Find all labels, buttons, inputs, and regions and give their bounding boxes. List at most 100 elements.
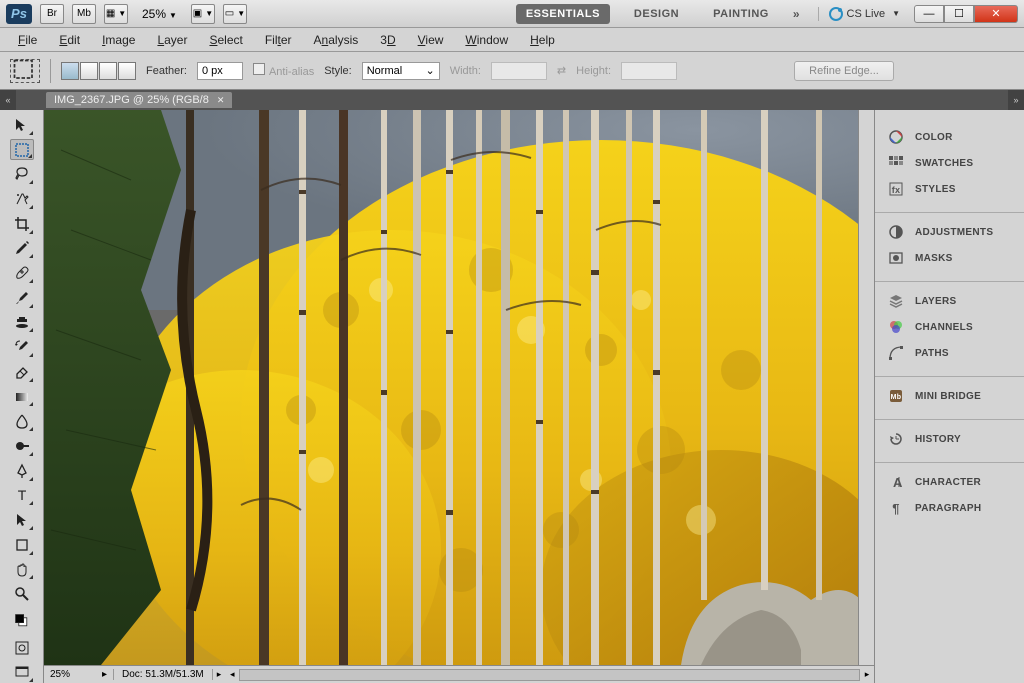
document-tab-strip: « IMG_2367.JPG @ 25% (RGB/8 ✕ » xyxy=(0,90,1024,110)
refine-edge-button[interactable]: Refine Edge... xyxy=(794,61,894,81)
panel-color[interactable]: COLOR xyxy=(875,124,1024,150)
document-tab-close[interactable]: ✕ xyxy=(217,95,225,106)
shape-tool[interactable] xyxy=(10,534,34,556)
adjustments-icon xyxy=(887,224,905,240)
panel-history[interactable]: HISTORY xyxy=(875,426,1024,452)
menu-analysis[interactable]: Analysis xyxy=(304,29,369,51)
panel-character[interactable]: ACHARACTER xyxy=(875,469,1024,495)
tools-panel: T xyxy=(0,110,44,683)
document-tab[interactable]: IMG_2367.JPG @ 25% (RGB/8 ✕ xyxy=(46,92,232,108)
view-extras-button[interactable]: ▦▼ xyxy=(104,4,128,24)
intersect-selection-button[interactable] xyxy=(118,62,136,80)
status-doc-info[interactable]: Doc: 51.3M/51.3M xyxy=(114,669,213,680)
panel-channels[interactable]: CHANNELS xyxy=(875,314,1024,340)
panel-paths[interactable]: PATHS xyxy=(875,340,1024,366)
dodge-tool[interactable] xyxy=(10,435,34,457)
mini-bridge-icon: Mb xyxy=(887,388,905,404)
screen-mode-button[interactable]: ▭▼ xyxy=(223,4,247,24)
main-area: T xyxy=(0,110,1024,683)
menu-layer[interactable]: Layer xyxy=(147,29,197,51)
panel-swatches[interactable]: SWATCHES xyxy=(875,150,1024,176)
workspace-switcher: ESSENTIALS DESIGN PAINTING » xyxy=(506,4,810,24)
masks-icon xyxy=(887,250,905,266)
brush-tool[interactable] xyxy=(10,287,34,309)
menu-select[interactable]: Select xyxy=(199,29,252,51)
menu-3d[interactable]: 3D xyxy=(370,29,405,51)
lasso-tool[interactable] xyxy=(10,163,34,185)
quick-mask-toggle[interactable] xyxy=(10,637,34,659)
color-swatch-tool[interactable] xyxy=(10,608,34,634)
antialias-checkbox-wrap: Anti-alias xyxy=(253,63,314,78)
history-brush-tool[interactable] xyxy=(10,336,34,358)
style-select[interactable]: Normal⌄ xyxy=(362,62,440,80)
vertical-scrollbar[interactable] xyxy=(858,110,874,665)
panel-adjustments[interactable]: ADJUSTMENTS xyxy=(875,219,1024,245)
svg-text:T: T xyxy=(17,487,26,503)
workspace-painting[interactable]: PAINTING xyxy=(703,4,779,24)
zoom-tool[interactable] xyxy=(10,583,34,605)
color-icon xyxy=(887,129,905,145)
quick-selection-tool[interactable] xyxy=(10,188,34,210)
new-selection-button[interactable] xyxy=(61,62,79,80)
svg-text:¶: ¶ xyxy=(892,501,900,516)
application-bar: Ps Br Mb ▦▼ 25%▼ ▣▼ ▭▼ ESSENTIALS DESIGN… xyxy=(0,0,1024,28)
workspace-essentials[interactable]: ESSENTIALS xyxy=(516,4,610,24)
tools-collapse-toggle[interactable]: « xyxy=(0,90,16,110)
options-bar: Feather: Anti-alias Style: Normal⌄ Width… xyxy=(0,52,1024,90)
arrange-documents-button[interactable]: ▣▼ xyxy=(191,4,215,24)
panels-dock: COLOR SWATCHES fxSTYLES ADJUSTMENTS MASK… xyxy=(874,110,1024,683)
panel-masks[interactable]: MASKS xyxy=(875,245,1024,271)
gradient-tool[interactable] xyxy=(10,386,34,408)
marquee-tool[interactable] xyxy=(10,139,34,161)
document-canvas[interactable] xyxy=(44,110,858,665)
tool-preset-picker[interactable] xyxy=(10,59,40,83)
antialias-checkbox[interactable] xyxy=(253,63,265,75)
clone-stamp-tool[interactable] xyxy=(10,312,34,334)
cs-live-button[interactable]: CS Live▼ xyxy=(818,7,900,21)
document-tab-title: IMG_2367.JPG @ 25% (RGB/8 xyxy=(54,94,209,106)
selection-mode-group xyxy=(61,62,136,80)
screen-mode-tool[interactable] xyxy=(10,661,34,683)
hand-tool[interactable] xyxy=(10,559,34,581)
panels-collapse-toggle[interactable]: » xyxy=(1008,90,1024,110)
status-zoom-field[interactable]: 25%▸ xyxy=(44,669,114,680)
horizontal-scrollbar[interactable]: ◂ ▸ xyxy=(225,669,874,681)
maximize-button[interactable]: ☐ xyxy=(944,5,974,23)
layers-icon xyxy=(887,293,905,309)
panel-paragraph[interactable]: ¶PARAGRAPH xyxy=(875,495,1024,521)
eraser-tool[interactable] xyxy=(10,361,34,383)
panel-layers[interactable]: LAYERS xyxy=(875,288,1024,314)
close-button[interactable]: ✕ xyxy=(974,5,1018,23)
menu-file[interactable]: File xyxy=(8,29,47,51)
panel-styles[interactable]: fxSTYLES xyxy=(875,176,1024,202)
menu-image[interactable]: Image xyxy=(92,29,145,51)
more-workspaces-button[interactable]: » xyxy=(793,7,800,21)
menu-help[interactable]: Help xyxy=(520,29,565,51)
menu-filter[interactable]: Filter xyxy=(255,29,302,51)
mini-bridge-button[interactable]: Mb xyxy=(72,4,96,24)
menu-window[interactable]: Window xyxy=(455,29,518,51)
move-tool[interactable] xyxy=(10,114,34,136)
workspace-design[interactable]: DESIGN xyxy=(624,4,689,24)
path-selection-tool[interactable] xyxy=(10,509,34,531)
feather-input[interactable] xyxy=(197,62,243,80)
panel-mini-bridge[interactable]: MbMINI BRIDGE xyxy=(875,383,1024,409)
minimize-button[interactable]: — xyxy=(914,5,944,23)
menu-view[interactable]: View xyxy=(408,29,454,51)
pen-tool[interactable] xyxy=(10,460,34,482)
blur-tool[interactable] xyxy=(10,410,34,432)
status-bar: 25%▸ Doc: 51.3M/51.3M ▸ ◂ ▸ xyxy=(44,665,874,683)
zoom-level-display[interactable]: 25%▼ xyxy=(136,7,183,21)
menu-edit[interactable]: Edit xyxy=(49,29,90,51)
healing-brush-tool[interactable] xyxy=(10,262,34,284)
subtract-selection-button[interactable] xyxy=(99,62,117,80)
eyedropper-tool[interactable] xyxy=(10,238,34,260)
width-label: Width: xyxy=(450,65,481,77)
svg-text:Mb: Mb xyxy=(891,394,902,401)
crop-tool[interactable] xyxy=(10,213,34,235)
swatches-icon xyxy=(887,155,905,171)
type-tool[interactable]: T xyxy=(10,485,34,507)
bridge-button[interactable]: Br xyxy=(40,4,64,24)
window-controls: — ☐ ✕ xyxy=(914,5,1018,23)
add-selection-button[interactable] xyxy=(80,62,98,80)
